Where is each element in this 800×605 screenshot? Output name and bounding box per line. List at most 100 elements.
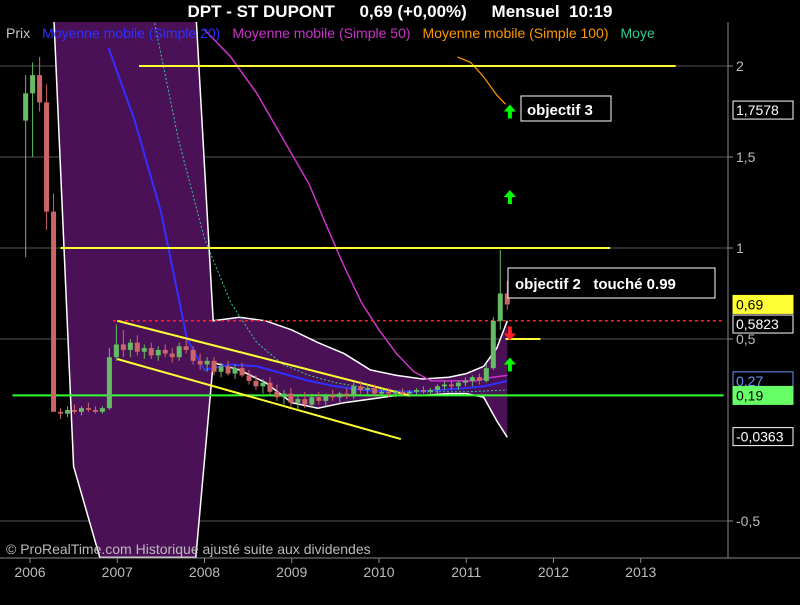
candle-body-20 [162, 349, 168, 354]
candle-body-19 [155, 349, 161, 356]
copyright-text: © ProRealTime.com Historique ajusté suit… [6, 541, 371, 557]
candle-body-6 [65, 409, 71, 414]
price-tag-4: 0,19 [732, 385, 794, 405]
price-tag-label-4: 0,19 [736, 387, 763, 403]
candle-body-24 [190, 349, 196, 361]
candle-body-33 [253, 380, 259, 387]
x-tick-label-3: 2009 [276, 564, 307, 580]
time-label: 10:19 [569, 2, 613, 21]
objectif2-label: objectif 2 touché 0.99 [515, 276, 676, 293]
candle-body-41 [309, 397, 315, 405]
legend: Prix Moyenne mobile (Simple 20) Moyenne mo… [6, 25, 655, 41]
legend-item-2: Moyenne mobile (Simple 50) [232, 25, 410, 41]
legend-item-0: Prix [6, 25, 30, 41]
candle-body-51 [379, 391, 385, 394]
candle-body-60 [441, 384, 447, 387]
candle-body-16 [134, 342, 140, 352]
candle-body-45 [337, 393, 343, 398]
candle-body-11 [99, 408, 105, 412]
objectif2-annotation: objectif 2 touché 0.99 [507, 267, 716, 299]
price-chart-svg[interactable]: Prix Moyenne mobile (Simple 20) Moyenne mo… [0, 22, 800, 600]
legend-item-3: Moyenne mobile (Simple 100) [423, 25, 609, 41]
price-tag-label-5: -0,0363 [736, 429, 784, 445]
candle-body-4 [51, 211, 57, 412]
candle-body-43 [323, 395, 329, 401]
candle-body-34 [260, 382, 266, 387]
candle-body-48 [358, 386, 364, 390]
candle-body-9 [85, 408, 91, 410]
candle-body-5 [58, 411, 64, 414]
candle-body-66 [483, 368, 489, 381]
candle-body-39 [295, 399, 301, 403]
period-time: Mensuel 10:19 [492, 2, 613, 21]
price-tag-label-1: 0,69 [736, 296, 763, 312]
candle-body-28 [218, 366, 224, 372]
candle-body-1 [30, 75, 36, 94]
candle-body-36 [274, 391, 280, 398]
price-tag-label-0: 1,7578 [736, 102, 779, 118]
candle-body-37 [281, 393, 287, 398]
chart-area[interactable]: Prix Moyenne mobile (Simple 20) Moyenne mo… [0, 22, 800, 600]
candle-body-63 [462, 380, 468, 383]
candle-body-10 [92, 409, 98, 412]
price-tag-0: 1,7578 [732, 100, 794, 120]
candle-body-62 [455, 382, 461, 387]
price-tag-2: 0,5823 [732, 314, 794, 334]
candle-body-18 [148, 348, 154, 356]
candle-body-8 [78, 408, 84, 412]
candle-body-17 [141, 348, 147, 352]
candle-body-30 [232, 368, 238, 374]
candle-body-3 [44, 102, 50, 212]
candle-body-65 [476, 377, 482, 381]
candle-body-57 [420, 389, 426, 392]
price-tag-1: 0,69 [732, 294, 794, 314]
candle-body-47 [351, 386, 357, 396]
chart-header: DPT - ST DUPONT 0,69 (+0,00%) Mensuel 10… [0, 0, 800, 24]
candle-body-61 [448, 384, 454, 387]
candle-body-32 [246, 375, 252, 381]
candle-body-25 [197, 360, 203, 365]
legend-item-1: Moyenne mobile (Simple 20) [42, 25, 220, 41]
candle-body-13 [113, 344, 119, 358]
candle-body-44 [330, 395, 336, 398]
objectif3-label: objectif 3 [527, 102, 593, 119]
candle-body-54 [400, 391, 406, 394]
candle-body-64 [469, 377, 475, 381]
candle-body-46 [344, 393, 350, 396]
candle-body-38 [288, 393, 294, 403]
candle-body-35 [267, 382, 273, 392]
candle-body-67 [490, 320, 496, 369]
candle-body-15 [127, 342, 133, 350]
objectif3-annotation: objectif 3 [520, 95, 612, 122]
legend-item-4: Moye [621, 25, 655, 41]
candle-body-21 [169, 353, 175, 358]
x-tick-label-5: 2011 [451, 564, 481, 580]
candle-body-23 [183, 346, 189, 350]
price-tag-label-2: 0,5823 [736, 316, 779, 332]
candle-body-59 [434, 386, 440, 390]
candle-body-50 [372, 388, 378, 394]
candle-body-31 [239, 368, 245, 376]
x-tick-label-6: 2012 [538, 564, 569, 580]
candle-body-14 [120, 344, 126, 350]
x-tick-label-2: 2008 [189, 564, 220, 580]
x-tick-label-4: 2010 [363, 564, 394, 580]
price-change: 0,69 (+0,00%) [359, 2, 467, 21]
period-label: Mensuel [491, 2, 560, 21]
y-tick-label-4: -0,5 [736, 513, 760, 529]
candle-body-40 [302, 399, 308, 405]
symbol-title: DPT - ST DUPONT [187, 2, 335, 21]
candle-body-22 [176, 346, 182, 358]
candle-body-2 [37, 75, 43, 103]
candle-body-58 [427, 389, 433, 392]
candle-body-0 [23, 93, 29, 121]
y-tick-label-0: 2 [736, 58, 744, 74]
candle-body-68 [497, 293, 503, 321]
candle-body-29 [225, 366, 231, 374]
candle-body-56 [414, 389, 420, 392]
candle-body-12 [106, 357, 112, 409]
price-tag-5: -0,0363 [732, 427, 794, 447]
x-tick-label-7: 2013 [625, 564, 656, 580]
y-tick-label-1: 1,5 [736, 149, 756, 165]
candle-body-27 [211, 360, 217, 372]
